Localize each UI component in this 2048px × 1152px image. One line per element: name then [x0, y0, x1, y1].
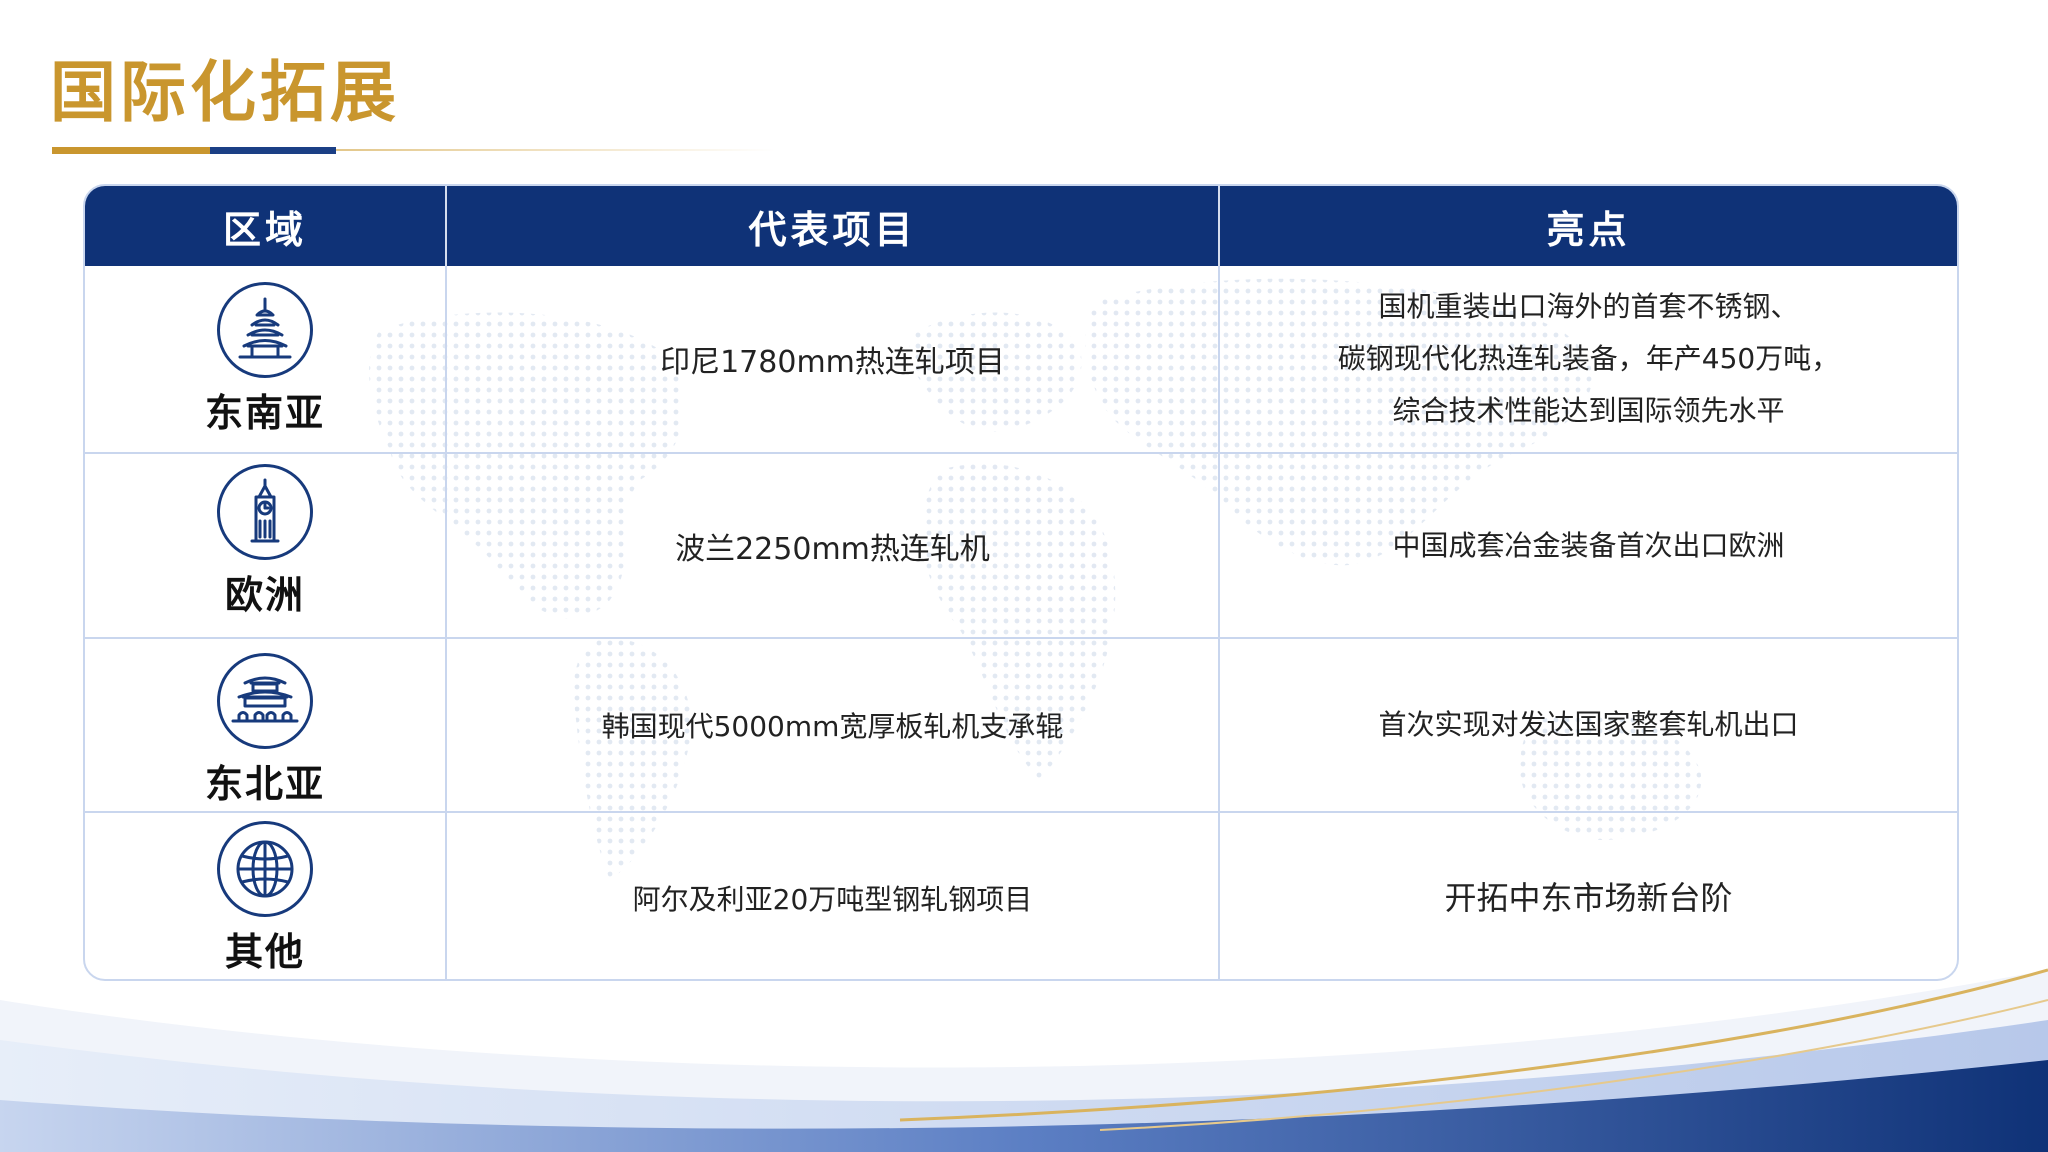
- header-highlight: 亮点: [1218, 186, 1957, 266]
- highlight-cell: 首次实现对发达国家整套轧机出口: [1218, 639, 1957, 811]
- page-title: 国际化拓展: [50, 53, 400, 131]
- highlight-line: 国机重装出口海外的首套不锈钢、: [1378, 290, 1799, 323]
- region-name: 东南亚: [204, 390, 325, 435]
- highlight-line: 碳钢现代化热连轧装备，年产450万吨，: [1337, 342, 1840, 375]
- header-region: 区域: [222, 207, 307, 252]
- expansion-table: 区域 代表项目 亮点 东南亚 印尼1780mm热连轧项目 国机重装出口海外的首套…: [83, 184, 1959, 981]
- highlight-cell: 中国成套冶金装备首次出口欧洲: [1218, 454, 1957, 637]
- pagoda-icon: [217, 282, 313, 378]
- project-cell: 印尼1780mm热连轧项目: [445, 266, 1218, 452]
- table-row: 东南亚 印尼1780mm热连轧项目 国机重装出口海外的首套不锈钢、 碳钢现代化热…: [85, 266, 1957, 452]
- table-header: 区域 代表项目 亮点: [85, 186, 1957, 266]
- region-name: 东北亚: [204, 761, 325, 806]
- region-cell: 东北亚: [85, 639, 445, 811]
- globe-icon: [217, 821, 313, 917]
- clock-tower-icon: [217, 464, 313, 560]
- header-project: 代表项目: [445, 186, 1218, 266]
- palace-gate-icon: [217, 653, 313, 749]
- region-cell: 东南亚: [85, 266, 445, 452]
- region-cell: 欧洲: [85, 454, 445, 637]
- project-cell: 波兰2250mm热连轧机: [445, 454, 1218, 637]
- highlight-line: 综合技术性能达到国际领先水平: [1392, 394, 1785, 427]
- highlight-cell: 国机重装出口海外的首套不锈钢、 碳钢现代化热连轧装备，年产450万吨， 综合技术…: [1218, 266, 1957, 452]
- region-name: 欧洲: [224, 572, 305, 617]
- table-row: 东北亚 韩国现代5000mm宽厚板轧机支承辊 首次实现对发达国家整套轧机出口: [85, 637, 1957, 811]
- table-row: 欧洲 波兰2250mm热连轧机 中国成套冶金装备首次出口欧洲: [85, 452, 1957, 637]
- bottom-wave-decoration: [0, 968, 2048, 1152]
- project-cell: 韩国现代5000mm宽厚板轧机支承辊: [445, 639, 1218, 811]
- title-underline: [52, 147, 776, 154]
